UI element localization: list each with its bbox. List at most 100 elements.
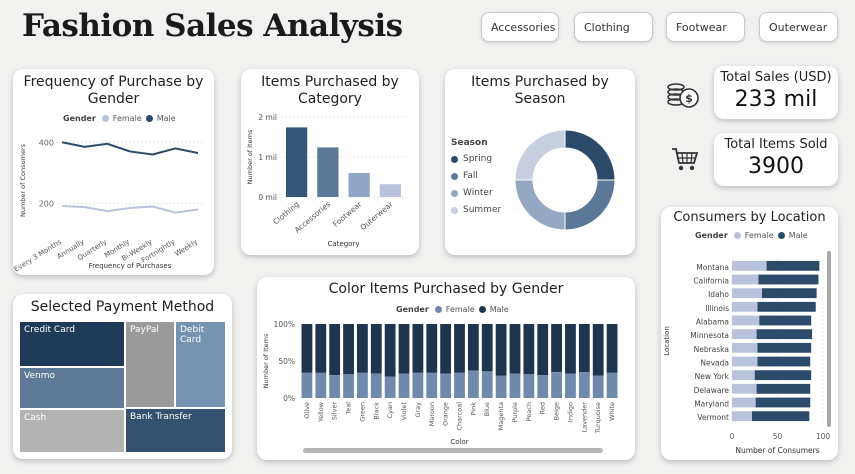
- y-axis-title: Number of Items: [246, 129, 254, 184]
- x-tick-label: 50: [773, 432, 783, 441]
- y-tick-label: 100%: [274, 320, 295, 329]
- total-sales-value: 233 mil: [734, 87, 818, 112]
- treemap-bank-transfer[interactable]: Bank Transfer: [125, 408, 226, 453]
- filter-accessories-button[interactable]: Accessories: [481, 12, 559, 42]
- bar-female-nebraska: [732, 342, 758, 353]
- bar-male-cyan: [384, 324, 396, 377]
- x-tick-label: Weekly: [173, 238, 199, 258]
- x-axis-title: Frequency of Purchases: [89, 262, 172, 270]
- x-tick-label: Charcoal: [456, 402, 464, 431]
- bar-male-silver: [329, 324, 341, 376]
- page-title: Fashion Sales Analysis: [22, 8, 403, 44]
- bar-male-idaho: [762, 288, 817, 299]
- bar-male-nebraska: [757, 342, 812, 353]
- treemap-debit-card[interactable]: Debit Card: [175, 321, 226, 408]
- donut-slice-summer: [514, 129, 566, 181]
- bar-male-minnesota: [756, 329, 813, 340]
- treemap-venmo[interactable]: Venmo: [19, 367, 125, 409]
- y-tick-label: Nevada: [700, 358, 729, 367]
- total-sales-label: Total Sales (USD): [720, 70, 832, 85]
- bar-female-maroon: [426, 372, 438, 398]
- y-tick-label: 1 mil: [258, 153, 277, 162]
- x-tick-label: Yellow: [317, 401, 325, 423]
- y-tick-label: Illinois: [705, 304, 729, 313]
- bar-male-yellow: [315, 324, 327, 373]
- bar-female-cyan: [384, 376, 396, 398]
- treemap-paypal-label: PayPal: [130, 325, 159, 335]
- bar-female-orange: [440, 373, 452, 398]
- y-tick-label: Delaware: [694, 386, 730, 395]
- bar-female-beige: [551, 372, 562, 398]
- bar-female-blue: [481, 371, 493, 398]
- bar-male-nevada: [757, 356, 811, 367]
- y-tick-label: 400: [39, 138, 54, 147]
- x-tick-label: 100: [816, 432, 831, 441]
- bar-male-black: [370, 324, 382, 374]
- bar-footwear: [348, 173, 370, 197]
- y-tick-label: Nebraska: [694, 345, 729, 354]
- donut-slice-winter: [514, 179, 566, 231]
- bar-outerwear: [379, 184, 401, 197]
- items-season-card: Items Purchased by Season Season Spring …: [445, 69, 635, 255]
- bar-female-charcoal: [454, 372, 465, 398]
- x-tick-label: Red: [539, 402, 547, 414]
- y-tick-label: 200: [39, 199, 54, 208]
- shopping-cart-icon: [672, 148, 699, 171]
- y-tick-label: California: [693, 276, 729, 285]
- y-tick-label: Minnesota: [690, 331, 729, 340]
- y-axis-title: Location: [663, 326, 671, 356]
- bar-clothing: [286, 127, 308, 197]
- bar-female-minnesota: [732, 329, 757, 340]
- x-tick-label: Maroon: [428, 402, 436, 426]
- x-tick-label: Violet: [400, 402, 408, 421]
- y-tick-label: 0%: [283, 394, 295, 403]
- payment-method-card: Selected Payment Method Credit Card Venm…: [13, 294, 232, 459]
- bar-male-california: [758, 274, 819, 285]
- treemap-credit-card[interactable]: Credit Card: [19, 321, 125, 367]
- bar-female-vermont: [732, 411, 753, 422]
- bar-female-black: [370, 373, 382, 398]
- color-gender-card: Color Items Purchased by Gender Gender F…: [257, 277, 635, 460]
- x-tick-label: Blue: [483, 402, 491, 416]
- color-chart-horizontal-scrollbar[interactable]: [303, 448, 603, 453]
- bar-female-california: [732, 274, 759, 285]
- donut-slice-fall: [564, 179, 616, 231]
- items-category-card: Items Purchased by Category 0 mil 1 mil 2 …: [241, 69, 419, 255]
- x-axis-title: Number of Consumers: [735, 446, 819, 455]
- bar-male-indigo: [565, 324, 576, 374]
- bar-male-alabama: [759, 315, 812, 326]
- bar-male-turquoise: [592, 324, 604, 376]
- bar-male-delaware: [756, 383, 811, 394]
- treemap-paypal[interactable]: PayPal: [125, 321, 175, 408]
- bar-male-charcoal: [454, 324, 465, 373]
- bar-male-violet: [398, 324, 410, 374]
- donut-slice-spring: [564, 129, 616, 181]
- bar-female-violet: [398, 373, 410, 398]
- filter-footwear-button[interactable]: Footwear: [666, 12, 745, 42]
- bar-female-green: [357, 372, 368, 398]
- items-category-chart: 0 mil1 mil2 milClothingAccessoriesFootwe…: [246, 113, 406, 248]
- series-line-female: [61, 204, 199, 214]
- bar-female-purple: [509, 373, 521, 398]
- treemap-cash[interactable]: Cash: [19, 409, 125, 453]
- x-tick-label: Teal: [345, 402, 353, 416]
- x-tick-label: Cyan: [386, 402, 394, 419]
- bar-accessories: [317, 147, 339, 197]
- location-vertical-scrollbar[interactable]: [827, 251, 831, 427]
- bar-male-olive: [301, 324, 313, 373]
- filter-clothing-button[interactable]: Clothing: [574, 12, 653, 42]
- x-axis-title: Category: [328, 240, 360, 248]
- bar-female-new york: [732, 370, 755, 381]
- bar-female-indigo: [565, 373, 576, 398]
- filter-outerwear-button[interactable]: Outerwear: [759, 12, 838, 42]
- bar-female-white: [606, 372, 618, 398]
- total-items-label: Total Items Sold: [724, 137, 828, 152]
- x-tick-label: Purple: [511, 402, 519, 423]
- total-sales-card: Total Sales (USD) 233 mil: [714, 66, 838, 119]
- bar-male-white: [606, 324, 618, 373]
- x-tick-label: Magenta: [497, 402, 505, 430]
- x-tick-label: Outerwear: [358, 199, 395, 232]
- y-tick-label: Idaho: [708, 290, 729, 299]
- x-tick-label: 0: [730, 432, 735, 441]
- svg-text:$: $: [685, 92, 693, 105]
